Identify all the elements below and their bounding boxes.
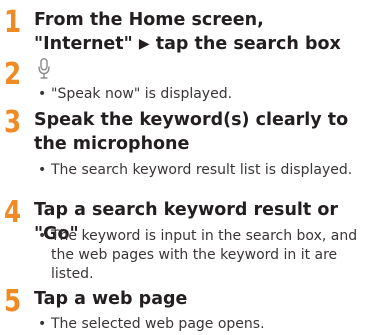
step-note-text: The selected web page opens. [51,316,265,332]
step-title: Speak the keyword(s) clearly to the micr… [34,110,349,154]
arrow-icon: ▶ [138,36,150,52]
bullet-dot: • [38,86,47,102]
step-note-text: The search keyword result list is displa… [51,162,353,178]
step-number: 3 [4,105,22,140]
step-number: 5 [4,284,22,319]
step-title-text: tap the search box [149,34,341,54]
step-number: 4 [4,195,22,230]
step-note: • The selected web page opens. [38,315,364,334]
bullet-dot: • [38,316,47,332]
step-number: 1 [4,5,22,40]
bullet-dot: • [38,228,47,244]
bullet-dot: • [38,162,47,178]
microphone-icon [38,58,50,79]
step-title: Tap a web page [34,289,188,309]
step-note: • The keyword is input in the search box… [38,227,364,284]
step-number: 2 [4,57,22,92]
step-title: From the Home screen, "Internet" ▶ tap t… [34,8,364,57]
step-note-text: "Speak now" is displayed. [51,86,233,102]
step-note: • The search keyword result list is disp… [38,161,364,180]
step-note-text: The keyword is input in the search box, … [51,228,358,282]
step-note: • "Speak now" is displayed. [38,85,364,104]
